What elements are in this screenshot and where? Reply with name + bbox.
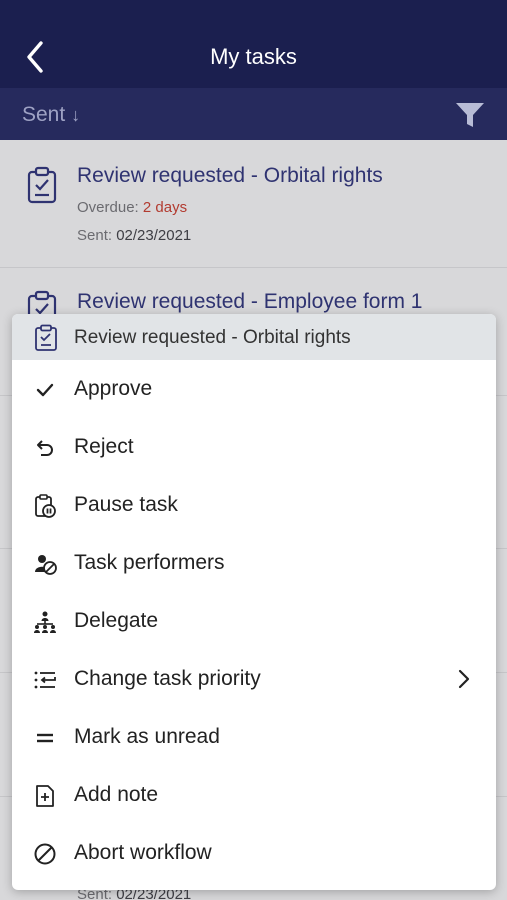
sent-value: 02/23/2021 (116, 227, 192, 244)
menu-item-abort-workflow[interactable]: Abort workflow (12, 825, 496, 883)
task-clipboard-icon (34, 324, 58, 351)
menu-item-label: Mark as unread (74, 725, 220, 748)
menu-item-label: Pause task (74, 493, 178, 516)
prohibited-icon (33, 842, 57, 866)
menu-item-task-performers[interactable]: Task performers (12, 535, 496, 593)
menu-item-label: Reject (74, 435, 134, 458)
app-header: My tasks (0, 0, 507, 88)
priority-icon (33, 668, 57, 692)
page-title: My tasks (210, 44, 297, 69)
list-item[interactable]: Review requested - Orbital rights Overdu… (0, 140, 507, 268)
menu-item-label: Delegate (74, 609, 159, 632)
menu-header-label: Review requested - Orbital rights (74, 327, 351, 348)
menu-item-label: Task performers (74, 551, 225, 574)
sort-arrow-icon: ↓ (71, 105, 81, 125)
task-title[interactable]: Review requested - Employee form 1 (77, 290, 423, 314)
task-title[interactable]: Review requested - Orbital rights (77, 164, 383, 188)
menu-item-label: Approve (74, 377, 153, 400)
undo-icon (33, 436, 57, 460)
menu-item-label: Add note (74, 783, 159, 806)
menu-item-label: Abort workflow (74, 841, 212, 864)
menu-item-approve[interactable]: Approve (12, 361, 496, 419)
performers-icon (33, 552, 57, 576)
chevron-right-icon (457, 667, 471, 691)
task-sent: Sent: 02/23/2021 (77, 227, 191, 244)
filter-icon[interactable] (454, 100, 486, 130)
task-overdue: Overdue: 2 days (77, 199, 187, 216)
sort-label: Sent (22, 103, 66, 126)
sort-toolbar: Sent ↓ (0, 88, 507, 140)
menu-item-mark-as-unread[interactable]: Mark as unread (12, 709, 496, 767)
hierarchy-icon (33, 610, 57, 634)
task-action-menu: Review requested - Orbital rights Approv… (12, 314, 496, 890)
check-icon (33, 378, 57, 402)
overdue-label: Overdue: (77, 199, 139, 216)
menu-item-label: Change task priority (74, 667, 261, 690)
sort-control[interactable]: Sent ↓ (22, 103, 80, 127)
menu-item-add-note[interactable]: Add note (12, 767, 496, 825)
menu-item-reject[interactable]: Reject (12, 419, 496, 477)
menu-item-change-task-priority[interactable]: Change task priority (12, 651, 496, 709)
menu-header: Review requested - Orbital rights (12, 314, 496, 360)
menu-item-delegate[interactable]: Delegate (12, 593, 496, 651)
sent-label: Sent: (77, 227, 113, 244)
menu-item-pause-task[interactable]: Pause task (12, 477, 496, 535)
equals-icon (33, 726, 57, 750)
task-clipboard-icon (26, 166, 60, 204)
pause-task-icon (33, 494, 57, 518)
overdue-value: 2 days (142, 199, 188, 216)
add-note-icon (33, 784, 57, 808)
